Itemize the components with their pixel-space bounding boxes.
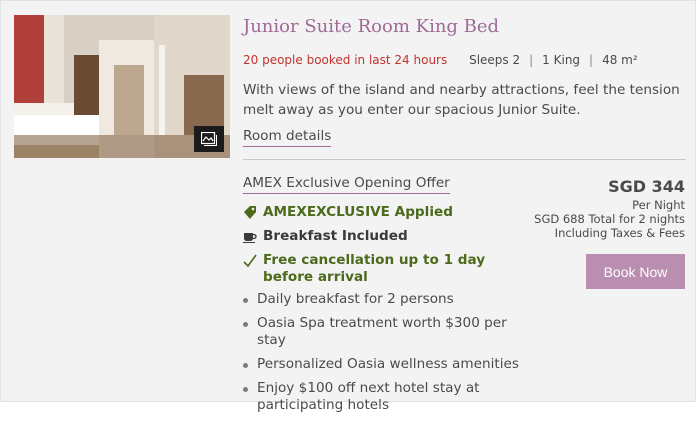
feature-label: AMEXEXCLUSIVE Applied (263, 204, 453, 220)
book-now-button[interactable]: Book Now (586, 254, 685, 289)
price-per-night-label: Per Night (632, 198, 685, 212)
sleeps-info: Sleeps 2 (469, 53, 521, 67)
room-details-link[interactable]: Room details (243, 128, 332, 147)
room-size: 48 m² (602, 53, 638, 67)
section-divider (243, 159, 686, 160)
checkmark-icon (243, 252, 263, 270)
feature-promo-applied: AMEXEXCLUSIVE Applied (243, 204, 453, 222)
room-meta: 20 people booked in last 24 hours Sleeps… (243, 53, 638, 67)
list-item: Daily breakfast for 2 persons (243, 291, 523, 308)
tag-icon (243, 204, 263, 222)
room-photo[interactable] (14, 15, 230, 158)
nightly-price: SGD 344 (608, 177, 685, 196)
total-price: SGD 688 Total for 2 nights (534, 212, 685, 226)
gallery-icon (201, 132, 217, 146)
feature-label: Free cancellation up to 1 day before arr… (263, 252, 486, 285)
feature-breakfast: Breakfast Included (243, 228, 408, 246)
list-item: Enjoy $100 off next hotel stay at partic… (243, 380, 523, 414)
booked-count: 20 people booked in last 24 hours (243, 53, 448, 67)
list-item: Oasia Spa treatment worth $300 per stay (243, 315, 523, 349)
list-item: Personalized Oasia wellness amenities (243, 356, 523, 373)
meta-separator: | (529, 53, 534, 67)
room-title: Junior Suite Room King Bed (243, 16, 500, 37)
feature-free-cancellation: Free cancellation up to 1 day before arr… (243, 252, 533, 286)
taxes-note: Including Taxes & Fees (554, 226, 685, 240)
offer-title-link[interactable]: AMEX Exclusive Opening Offer (243, 175, 450, 194)
feature-label: Breakfast Included (263, 228, 408, 244)
meta-separator (456, 53, 460, 67)
room-description: With views of the island and nearby attr… (243, 82, 680, 118)
room-offer-card: Junior Suite Room King Bed 20 people boo… (0, 0, 696, 413)
gallery-button[interactable] (194, 126, 224, 152)
coffee-cup-icon (243, 228, 263, 246)
meta-separator: | (589, 53, 594, 67)
bed-info: 1 King (542, 53, 581, 67)
